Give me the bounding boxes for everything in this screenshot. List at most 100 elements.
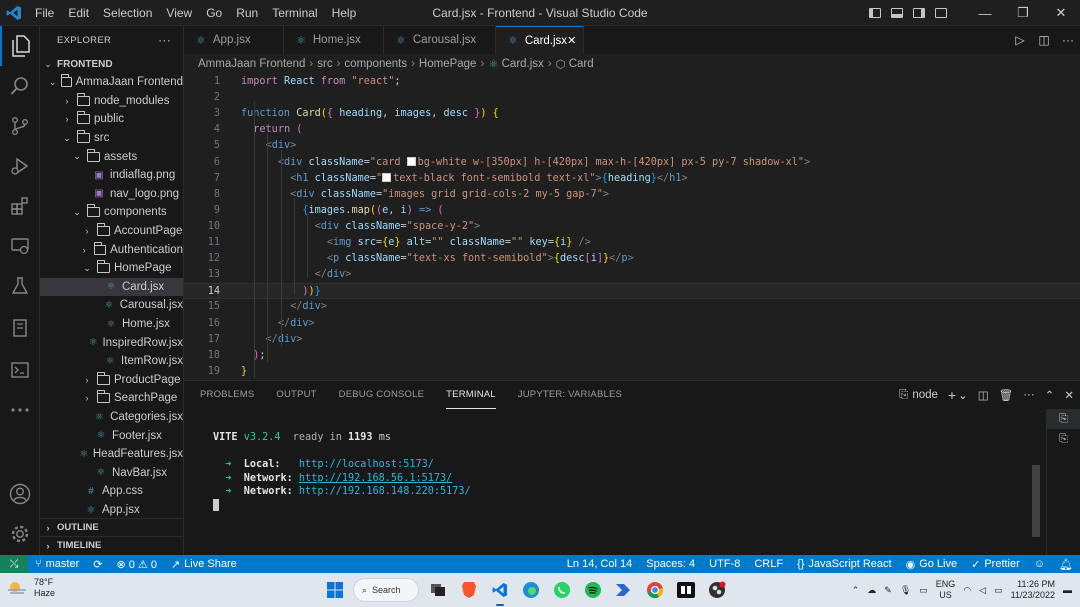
code-line[interactable]: 3 function Card({ heading, images, desc }…	[184, 106, 1080, 122]
live-share-status[interactable]: ↗ Live Share	[164, 555, 244, 573]
chrome-browser-icon[interactable]	[642, 577, 668, 603]
tree-item-headfeatures-jsx[interactable]: ⚛ HeadFeatures.jsx	[40, 445, 183, 464]
terminal-profile-icon[interactable]: ⎘	[899, 389, 908, 402]
tree-item-indiaflag-png[interactable]: ▣ indiaflag.png	[40, 166, 183, 185]
timeline-section[interactable]: › TIMELINE	[40, 536, 183, 554]
notifications-bell-icon[interactable]: 🔔︎	[1052, 555, 1080, 573]
close-window-button[interactable]: ✕	[1042, 0, 1080, 26]
terminal-instance-icon[interactable]: ⎘	[1047, 429, 1080, 449]
explorer-more-button[interactable]: ···	[158, 33, 171, 47]
tree-item-node-modules[interactable]: › node_modules	[40, 92, 183, 111]
terminal-more-icon[interactable]: ···	[1023, 389, 1035, 401]
tree-item-inspiredrow-jsx[interactable]: ⚛ InspiredRow.jsx	[40, 333, 183, 352]
terminal-output[interactable]: VITE v3.2.4 ready in 1193 ms ➜ Local: ht…	[213, 431, 471, 513]
customize-layout-icon[interactable]	[930, 0, 952, 26]
new-terminal-icon[interactable]: +	[948, 387, 956, 403]
menu-terminal[interactable]: Terminal	[265, 0, 324, 26]
prettier-status[interactable]: ✓ Prettier	[964, 555, 1027, 573]
code-line[interactable]: 6 <div className="card bg-white w-[350px…	[184, 155, 1080, 171]
remote-explorer-icon[interactable]	[0, 226, 40, 266]
tree-item-components[interactable]: ⌄ components	[40, 203, 183, 222]
terminal-icon[interactable]	[0, 350, 40, 390]
menu-edit[interactable]: Edit	[61, 0, 96, 26]
chevron-down-icon[interactable]: ⌄	[958, 388, 968, 402]
toggle-panel-icon[interactable]	[886, 0, 908, 26]
wifi-icon[interactable]: ◠	[963, 585, 971, 596]
code-line[interactable]: 12 <p className="text-xs font-semibold">…	[184, 251, 1080, 267]
tree-item-authentication[interactable]: › Authentication	[40, 240, 183, 259]
obs-studio-icon[interactable]	[704, 577, 730, 603]
kill-terminal-icon[interactable]: 🗑	[999, 388, 1014, 402]
taskbar-search[interactable]: ⌕ Search	[353, 578, 419, 602]
breadcrumb-item[interactable]: src	[317, 58, 332, 70]
breadcrumb-item[interactable]: Card	[569, 58, 594, 70]
files-icon[interactable]	[0, 26, 40, 66]
task-view-icon[interactable]	[425, 577, 451, 603]
breadcrumb-item[interactable]: HomePage	[419, 58, 477, 70]
spotify-icon[interactable]	[580, 577, 606, 603]
minimize-button[interactable]: —	[966, 0, 1004, 26]
menu-view[interactable]: View	[159, 0, 199, 26]
weather-widget[interactable]: 78°F Haze	[6, 577, 55, 599]
code-editor[interactable]: 1 import React from "react"; 2 3 function Ca…	[184, 74, 1080, 380]
split-editor-icon[interactable]: ◫	[1032, 33, 1056, 47]
code-line[interactable]: 14 ))}	[184, 283, 1080, 300]
language-indicator[interactable]: ENG US	[936, 579, 956, 601]
power-automate-icon[interactable]	[611, 577, 637, 603]
brave-browser-icon[interactable]	[456, 577, 482, 603]
code-line[interactable]: 4 return (	[184, 122, 1080, 138]
terminal-instance-icon[interactable]: ⎘	[1047, 409, 1080, 429]
tree-item-accountpage[interactable]: › AccountPage	[40, 222, 183, 241]
cursor-position[interactable]: Ln 14, Col 14	[560, 555, 639, 573]
more-icon[interactable]	[0, 390, 40, 430]
extensions-icon[interactable]	[0, 186, 40, 226]
outline-section[interactable]: › OUTLINE	[40, 518, 183, 536]
tree-item-src[interactable]: ⌄ src	[40, 129, 183, 148]
network-url-link[interactable]: http://192.168.56.1:5173/	[299, 473, 452, 484]
settings-gear-icon[interactable]	[0, 514, 40, 554]
tree-item-public[interactable]: › public	[40, 110, 183, 129]
panel-tab-problems[interactable]: PROBLEMS	[200, 381, 254, 409]
run-debug-icon[interactable]	[0, 146, 40, 186]
feedback-icon[interactable]: ☺	[1027, 555, 1052, 573]
tab-carousal-jsx[interactable]: ⚛ Carousal.jsx	[384, 26, 496, 54]
maximize-panel-icon[interactable]: ⌃	[1045, 388, 1055, 402]
panel-tab-output[interactable]: OUTPUT	[276, 381, 316, 409]
tree-item-footer-jsx[interactable]: ⚛ Footer.jsx	[40, 426, 183, 445]
close-tab-icon[interactable]: ✕	[567, 34, 576, 47]
microphone-icon[interactable]: 🎙︎	[900, 585, 911, 596]
notebook-icon[interactable]	[0, 308, 40, 348]
edge-browser-icon[interactable]	[518, 577, 544, 603]
onedrive-cloud-icon[interactable]: ☁	[867, 585, 876, 596]
tree-item-categories-jsx[interactable]: ⚛ Categories.jsx	[40, 408, 183, 427]
run-code-icon[interactable]: ▷	[1008, 33, 1032, 47]
tree-item-carousal-jsx[interactable]: ⚛ Carousal.jsx	[40, 296, 183, 315]
code-line[interactable]: 13 </div>	[184, 267, 1080, 283]
panel-tab-jupyter-variables[interactable]: JUPYTER: VARIABLES	[518, 381, 622, 409]
tab-home-jsx[interactable]: ⚛ Home.jsx	[284, 26, 384, 54]
encoding-status[interactable]: UTF-8	[702, 555, 747, 573]
menu-go[interactable]: Go	[199, 0, 229, 26]
go-live-button[interactable]: ◉ Go Live	[899, 555, 965, 573]
split-terminal-icon[interactable]: ◫	[978, 388, 989, 402]
notifications-icon[interactable]: ▬	[1063, 585, 1072, 595]
code-line[interactable]: 2	[184, 90, 1080, 106]
tree-item-assets[interactable]: ⌄ assets	[40, 147, 183, 166]
toggle-secondary-sidebar-icon[interactable]	[908, 0, 930, 26]
code-line[interactable]: 11 <img src={e} alt="" className="" key=…	[184, 235, 1080, 251]
media-app-icon[interactable]	[673, 577, 699, 603]
code-line[interactable]: 5 <div>	[184, 138, 1080, 154]
whatsapp-icon[interactable]	[549, 577, 575, 603]
branch-status[interactable]: ⑂ master	[28, 555, 86, 573]
code-line[interactable]: 7 <h1 className=" text-black font-semibol…	[184, 171, 1080, 187]
menu-file[interactable]: File	[28, 0, 61, 26]
indentation-status[interactable]: Spaces: 4	[639, 555, 702, 573]
terminal-shell-label[interactable]: node	[912, 389, 938, 401]
panel-tab-terminal[interactable]: TERMINAL	[446, 381, 496, 409]
tree-item-card-jsx[interactable]: ⚛ Card.jsx	[40, 277, 183, 297]
code-line[interactable]: 8 <div className="images grid grid-cols-…	[184, 187, 1080, 203]
clock[interactable]: 11:26 PM 11/23/2022	[1011, 579, 1055, 601]
camera-icon[interactable]: ▭	[919, 585, 928, 596]
problems-status[interactable]: ⊗ 0 ⚠ 0	[109, 555, 163, 573]
code-line[interactable]: 9 {images.map((e, i) => (	[184, 203, 1080, 219]
